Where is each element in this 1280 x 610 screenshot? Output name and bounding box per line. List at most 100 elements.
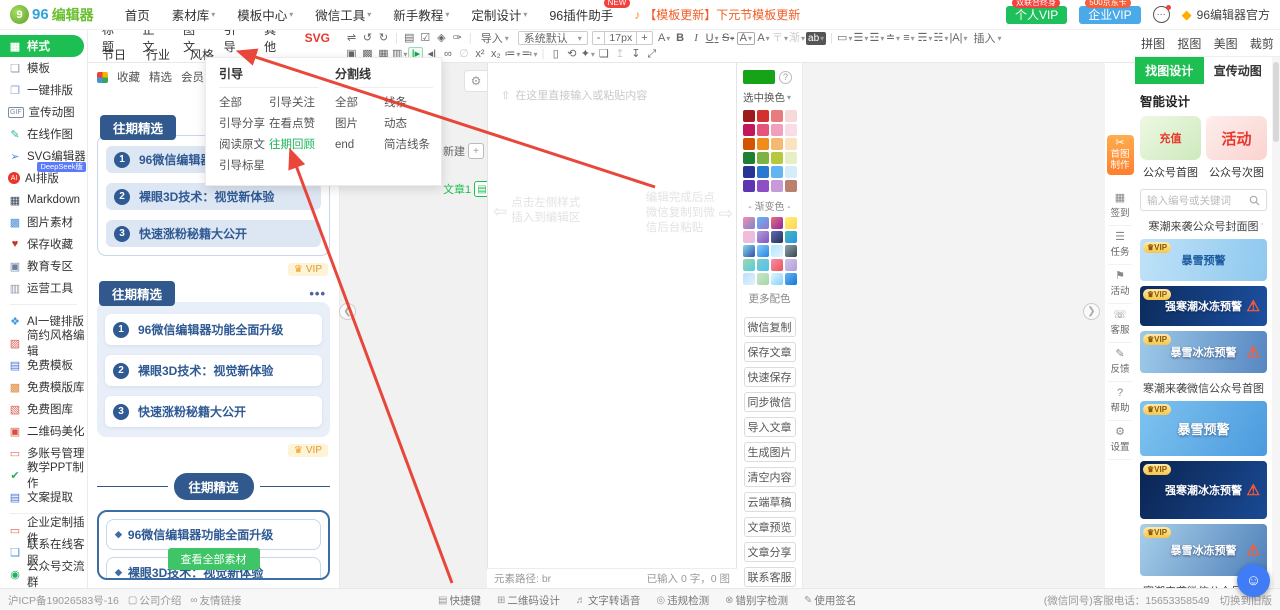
gradient-swatch[interactable] <box>743 245 755 257</box>
color-swatch[interactable] <box>771 180 783 192</box>
new-article-tab[interactable]: 新建 + <box>443 143 484 159</box>
scrollbar-thumb[interactable] <box>1273 62 1279 142</box>
style-card-3[interactable]: ◆96微信编辑器功能全面升级◆裸眼3D技术：视觉新体验 查看全部素材 <box>97 510 330 580</box>
nav-item[interactable]: 首页 <box>114 5 161 24</box>
color-swatch[interactable] <box>785 166 797 178</box>
color-swatch[interactable] <box>757 180 769 192</box>
color-swatch[interactable] <box>785 152 797 164</box>
sidebar-item[interactable]: ▦样式 <box>0 35 84 57</box>
dropdown-item[interactable]: end <box>335 135 384 156</box>
color-swatch[interactable] <box>757 166 769 178</box>
nav-item[interactable]: 素材库▾ <box>161 5 227 24</box>
import-button[interactable]: 导入▾ <box>476 30 514 46</box>
card2-more-menu[interactable]: ••• <box>309 286 326 301</box>
color-swatch[interactable] <box>771 110 783 122</box>
sidebar-item[interactable]: ▦Markdown <box>0 189 87 211</box>
style-list-item[interactable]: 2裸眼3D技术：视觉新体验 <box>106 183 321 210</box>
format-list-icon[interactable]: ☵▾ <box>933 32 948 45</box>
dropdown-item[interactable]: 全部 <box>335 93 384 114</box>
personal-vip-button[interactable]: 个人VIP <box>1006 6 1067 24</box>
color-swatch[interactable] <box>743 110 755 122</box>
sidebar-item[interactable]: ▩免费模版库 <box>0 376 87 398</box>
subscript-icon[interactable]: x₂ <box>488 48 503 61</box>
filter-item[interactable]: 精选 <box>149 69 172 85</box>
bold-icon[interactable]: B <box>673 32 688 45</box>
sidebar-item[interactable]: ♥保存收藏 <box>0 233 87 255</box>
paste-icon[interactable]: ▯ <box>548 48 563 61</box>
underline-icon[interactable]: U▾ <box>705 32 720 45</box>
format-painter-icon[interactable]: ⟲ <box>564 48 579 61</box>
style-list-item[interactable]: ◆96微信编辑器功能全面升级 <box>106 519 321 550</box>
gradient-swatch[interactable] <box>785 231 797 243</box>
rail-item[interactable]: ☏客服 <box>1108 304 1132 343</box>
paragraph-space-icon[interactable]: ≐▾ <box>885 32 900 45</box>
rail-item[interactable]: ⚑活动 <box>1108 265 1132 304</box>
panel-prev-button[interactable]: ❮ <box>339 303 356 320</box>
footer-tool[interactable]: ♬文字转语音 <box>576 593 641 608</box>
rail-item[interactable]: ?帮助 <box>1108 382 1132 421</box>
gradient-swatch[interactable] <box>785 273 797 285</box>
rail-item[interactable]: ▦签到 <box>1108 187 1132 226</box>
style-list-item[interactable]: 2裸眼3D技术：视觉新体验 <box>105 355 322 386</box>
eraser-icon[interactable]: ◈ <box>434 32 449 45</box>
dropdown-item[interactable]: 引导分享 <box>219 114 269 135</box>
sidebar-item[interactable]: GIF宣传动图 <box>0 101 87 123</box>
action-button[interactable]: 联系客服 <box>744 567 796 587</box>
current-color-swatch[interactable] <box>743 70 775 84</box>
gradient-swatch[interactable] <box>757 245 769 257</box>
action-button[interactable]: 文章分享 <box>744 542 796 562</box>
gradient-swatch[interactable] <box>785 259 797 271</box>
sidebar-item[interactable]: ◉公众号交流群 <box>0 563 87 585</box>
gradient-swatch[interactable] <box>743 217 755 229</box>
template-thumbnail[interactable]: 暴雪冰冻预警♛VIP⚠ <box>1140 331 1267 373</box>
footer-tool[interactable]: ▤快捷键 <box>438 593 481 608</box>
nav-item[interactable]: 模板中心▾ <box>226 5 304 24</box>
filter-item[interactable]: 收藏 <box>117 69 140 85</box>
action-button[interactable]: 生成图片 <box>744 442 796 462</box>
increase-font-button[interactable]: + <box>637 32 651 44</box>
image-tool-tab[interactable]: 抠图 <box>1177 35 1201 52</box>
indent-icon[interactable]: ☴▾ <box>917 32 932 45</box>
gradient-swatch[interactable] <box>757 259 769 271</box>
chat-float-button[interactable]: ☺ <box>1237 564 1270 597</box>
gradient-swatch[interactable] <box>771 273 783 285</box>
sidebar-item[interactable]: ❐一键排版 <box>0 79 87 101</box>
sidebar-item[interactable]: ▤免费模板 <box>0 354 87 376</box>
panel-next-button[interactable]: ❯ <box>1083 303 1100 320</box>
color-swatch[interactable] <box>743 166 755 178</box>
dropdown-item[interactable]: 图片 <box>335 114 384 135</box>
sidebar-item[interactable]: ▥运营工具 <box>0 277 87 299</box>
color-swatch[interactable] <box>743 152 755 164</box>
nav-item[interactable]: 新手教程▾ <box>382 5 460 24</box>
to-top-icon[interactable]: ↥ <box>612 48 627 61</box>
color-swatch[interactable] <box>771 124 783 136</box>
footer-link[interactable]: ∞友情链接 <box>190 593 241 608</box>
dropdown-item[interactable]: 引导关注 <box>269 93 319 114</box>
action-button[interactable]: 清空内容 <box>744 467 796 487</box>
link-icon[interactable]: ∞ <box>440 48 455 61</box>
action-button[interactable]: 云端草稿 <box>744 492 796 512</box>
template-thumbnail[interactable]: 强寒潮冰冻预警♛VIP⚠ <box>1140 461 1267 519</box>
gradient-swatch[interactable] <box>757 273 769 285</box>
dropdown-item[interactable]: 线条 <box>384 93 433 114</box>
color-swatch[interactable] <box>785 180 797 192</box>
sidebar-item[interactable]: ▣二维码美化 <box>0 420 87 442</box>
color-swatch[interactable] <box>757 152 769 164</box>
gradient-swatch[interactable] <box>743 231 755 243</box>
footer-tool[interactable]: ⊗错别字检测 <box>725 593 788 608</box>
footer-tool[interactable]: ⊞二维码设计 <box>497 593 560 608</box>
redo-icon[interactable]: ↻ <box>376 32 391 45</box>
dropdown-item[interactable]: 阅读原文 <box>219 135 269 156</box>
image-tool-tab[interactable]: 裁剪 <box>1250 35 1274 52</box>
style-list-item[interactable]: 3快速涨粉秘籍大公开 <box>105 396 322 427</box>
message-icon[interactable]: ⋯ <box>1153 6 1170 23</box>
style-list-item[interactable]: 3快速涨粉秘籍大公开 <box>106 220 321 247</box>
smart-design-card[interactable]: 活动公众号次图 <box>1206 116 1267 180</box>
filter-item[interactable]: 会员 <box>181 69 204 85</box>
gradient-swatch[interactable] <box>743 259 755 271</box>
tab-promo-gif[interactable]: 宣传动图 <box>1204 57 1273 84</box>
sidebar-item[interactable]: ❏模板 <box>0 57 87 79</box>
color-swatch[interactable] <box>785 138 797 150</box>
font-family-select[interactable]: 系统默认▾ <box>518 31 588 45</box>
right-scrollbar[interactable] <box>1272 57 1280 588</box>
